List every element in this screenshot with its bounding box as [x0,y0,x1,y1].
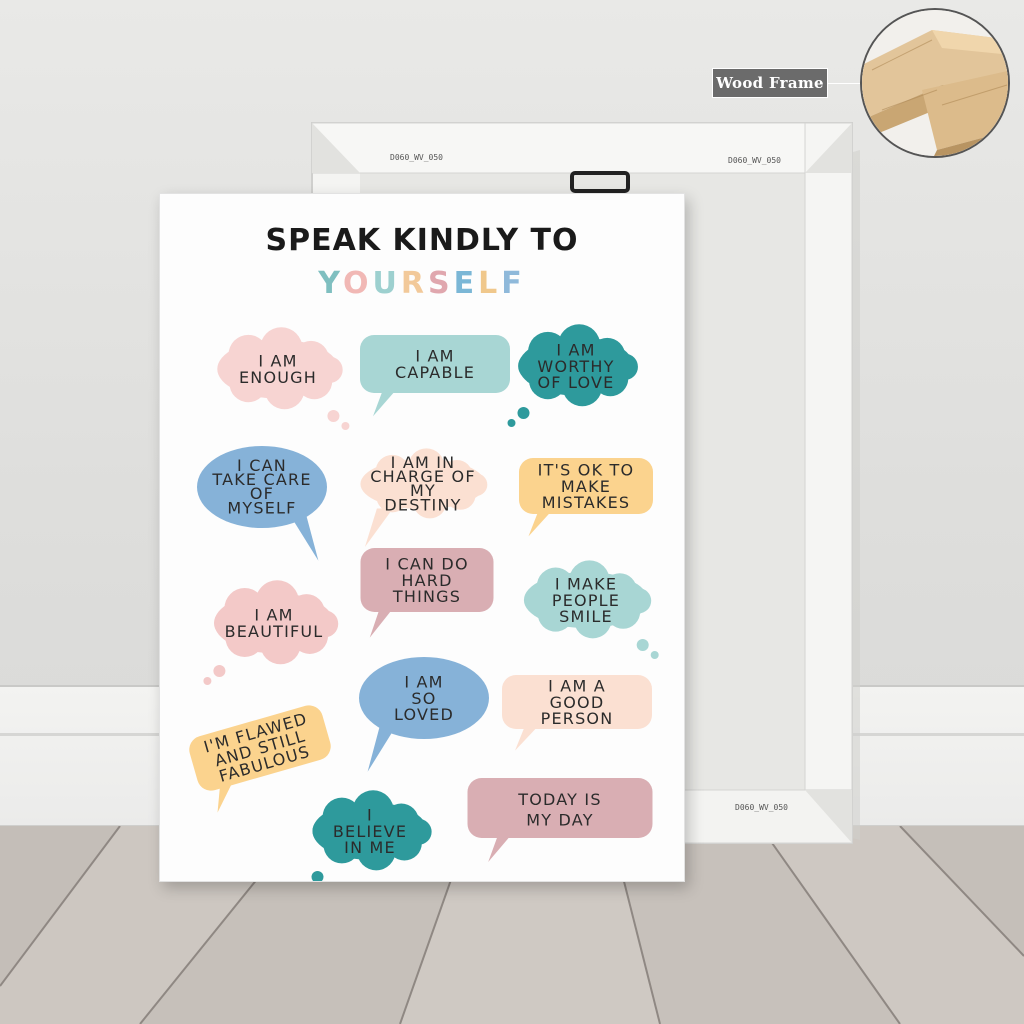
svg-text:D060_WV_050: D060_WV_050 [390,153,443,162]
bubble-dot [203,677,212,685]
bubble-text-line: OF LOVE [538,373,615,392]
title-letter: F [501,266,526,301]
bubble-dot [507,419,516,427]
affirmation-bubble: I AMWORTHYOF LOVE [507,324,638,427]
title-letter: L [478,266,502,301]
title-letter: S [427,266,454,301]
bubble-dot [636,639,649,651]
affirmation-bubble: I MAKEPEOPLESMILE [523,560,659,659]
bubble-text-line: SMILE [559,607,613,626]
affirmation-bubble: I CANTAKE CAREOFMYSELF [197,446,327,561]
affirmation-poster: I AM ENOUGH I AM CAPABLE I AM WORTHY OF LOVE I … [159,193,685,882]
affirmation-bubble: I'M FLAWEDAND STILLFABULOUS [189,705,331,813]
bubble-text-line: THINGS [392,587,461,606]
title-letter: Y [318,266,343,301]
bubble-text-line: LOVED [394,705,454,724]
bubble-dot [341,422,350,430]
bubble-text-line: CAPABLE [395,363,475,382]
bubble-dot [327,410,340,422]
affirmation-bubble: TODAY IS MY DAY [467,778,653,862]
affirmation-bubble: I AM AGOODPERSON [502,675,652,751]
title-letter: R [400,266,428,301]
bubble-text-line: ENOUGH [239,368,317,387]
bubble-dot [213,665,226,677]
wood-frame-callout-label: Wood Frame [712,68,828,98]
affirmation-bubble: I AMBEAUTIFUL [203,580,339,685]
title-letter: E [453,266,479,301]
affirmation-bubble: IBELIEVEIN ME [311,790,432,881]
bubble-text-line: DESTINY [384,495,461,514]
poster-title-line2: YOURSELF [160,266,684,301]
bubble-text-line: TODAY IS [517,790,601,809]
bubble-text-line: IN ME [344,838,396,857]
svg-text:D060_WV_050: D060_WV_050 [728,156,781,165]
title-letter: O [342,266,373,301]
bubble-text-line: MY DAY [526,811,593,830]
bubble-lobe [626,588,652,614]
affirmation-bubble: I AMCAPABLE [360,335,510,417]
bubble-dot [311,871,324,881]
bubble-text-line: PERSON [541,709,614,728]
callout-connector [828,83,862,84]
bubble-text-line: MYSELF [227,498,296,517]
affirmation-bubble: I AMSOLOVED [359,657,489,772]
svg-text:D060_WV_050: D060_WV_050 [735,803,788,812]
bubble-dot [517,407,530,419]
bubble-text-line: MISTAKES [542,493,631,512]
product-scene: D060_WV_050 D060_WV_050 D060_WV_050 Wood… [0,0,1024,1024]
affirmation-bubble: I CAN DOHARDTHINGS [360,548,494,638]
bubble-lobe [525,586,553,614]
affirmation-bubble: IT'S OK TOMAKEMISTAKES [519,458,653,537]
bubble-lobe [405,818,432,845]
wood-frame-zoom-image [860,8,1010,158]
bubble-lobe [316,356,343,384]
affirmation-bubble: I AM INCHARGE OFMYDESTINY [360,448,488,547]
poster-title-line1: SPEAK KINDLY TO [265,223,579,258]
bubble-lobe [611,353,638,381]
bubble-dot [650,651,659,659]
bubble-text-line: BEAUTIFUL [225,622,324,641]
affirmation-bubble: I AMENOUGH [217,327,350,430]
title-letter: U [372,266,401,301]
